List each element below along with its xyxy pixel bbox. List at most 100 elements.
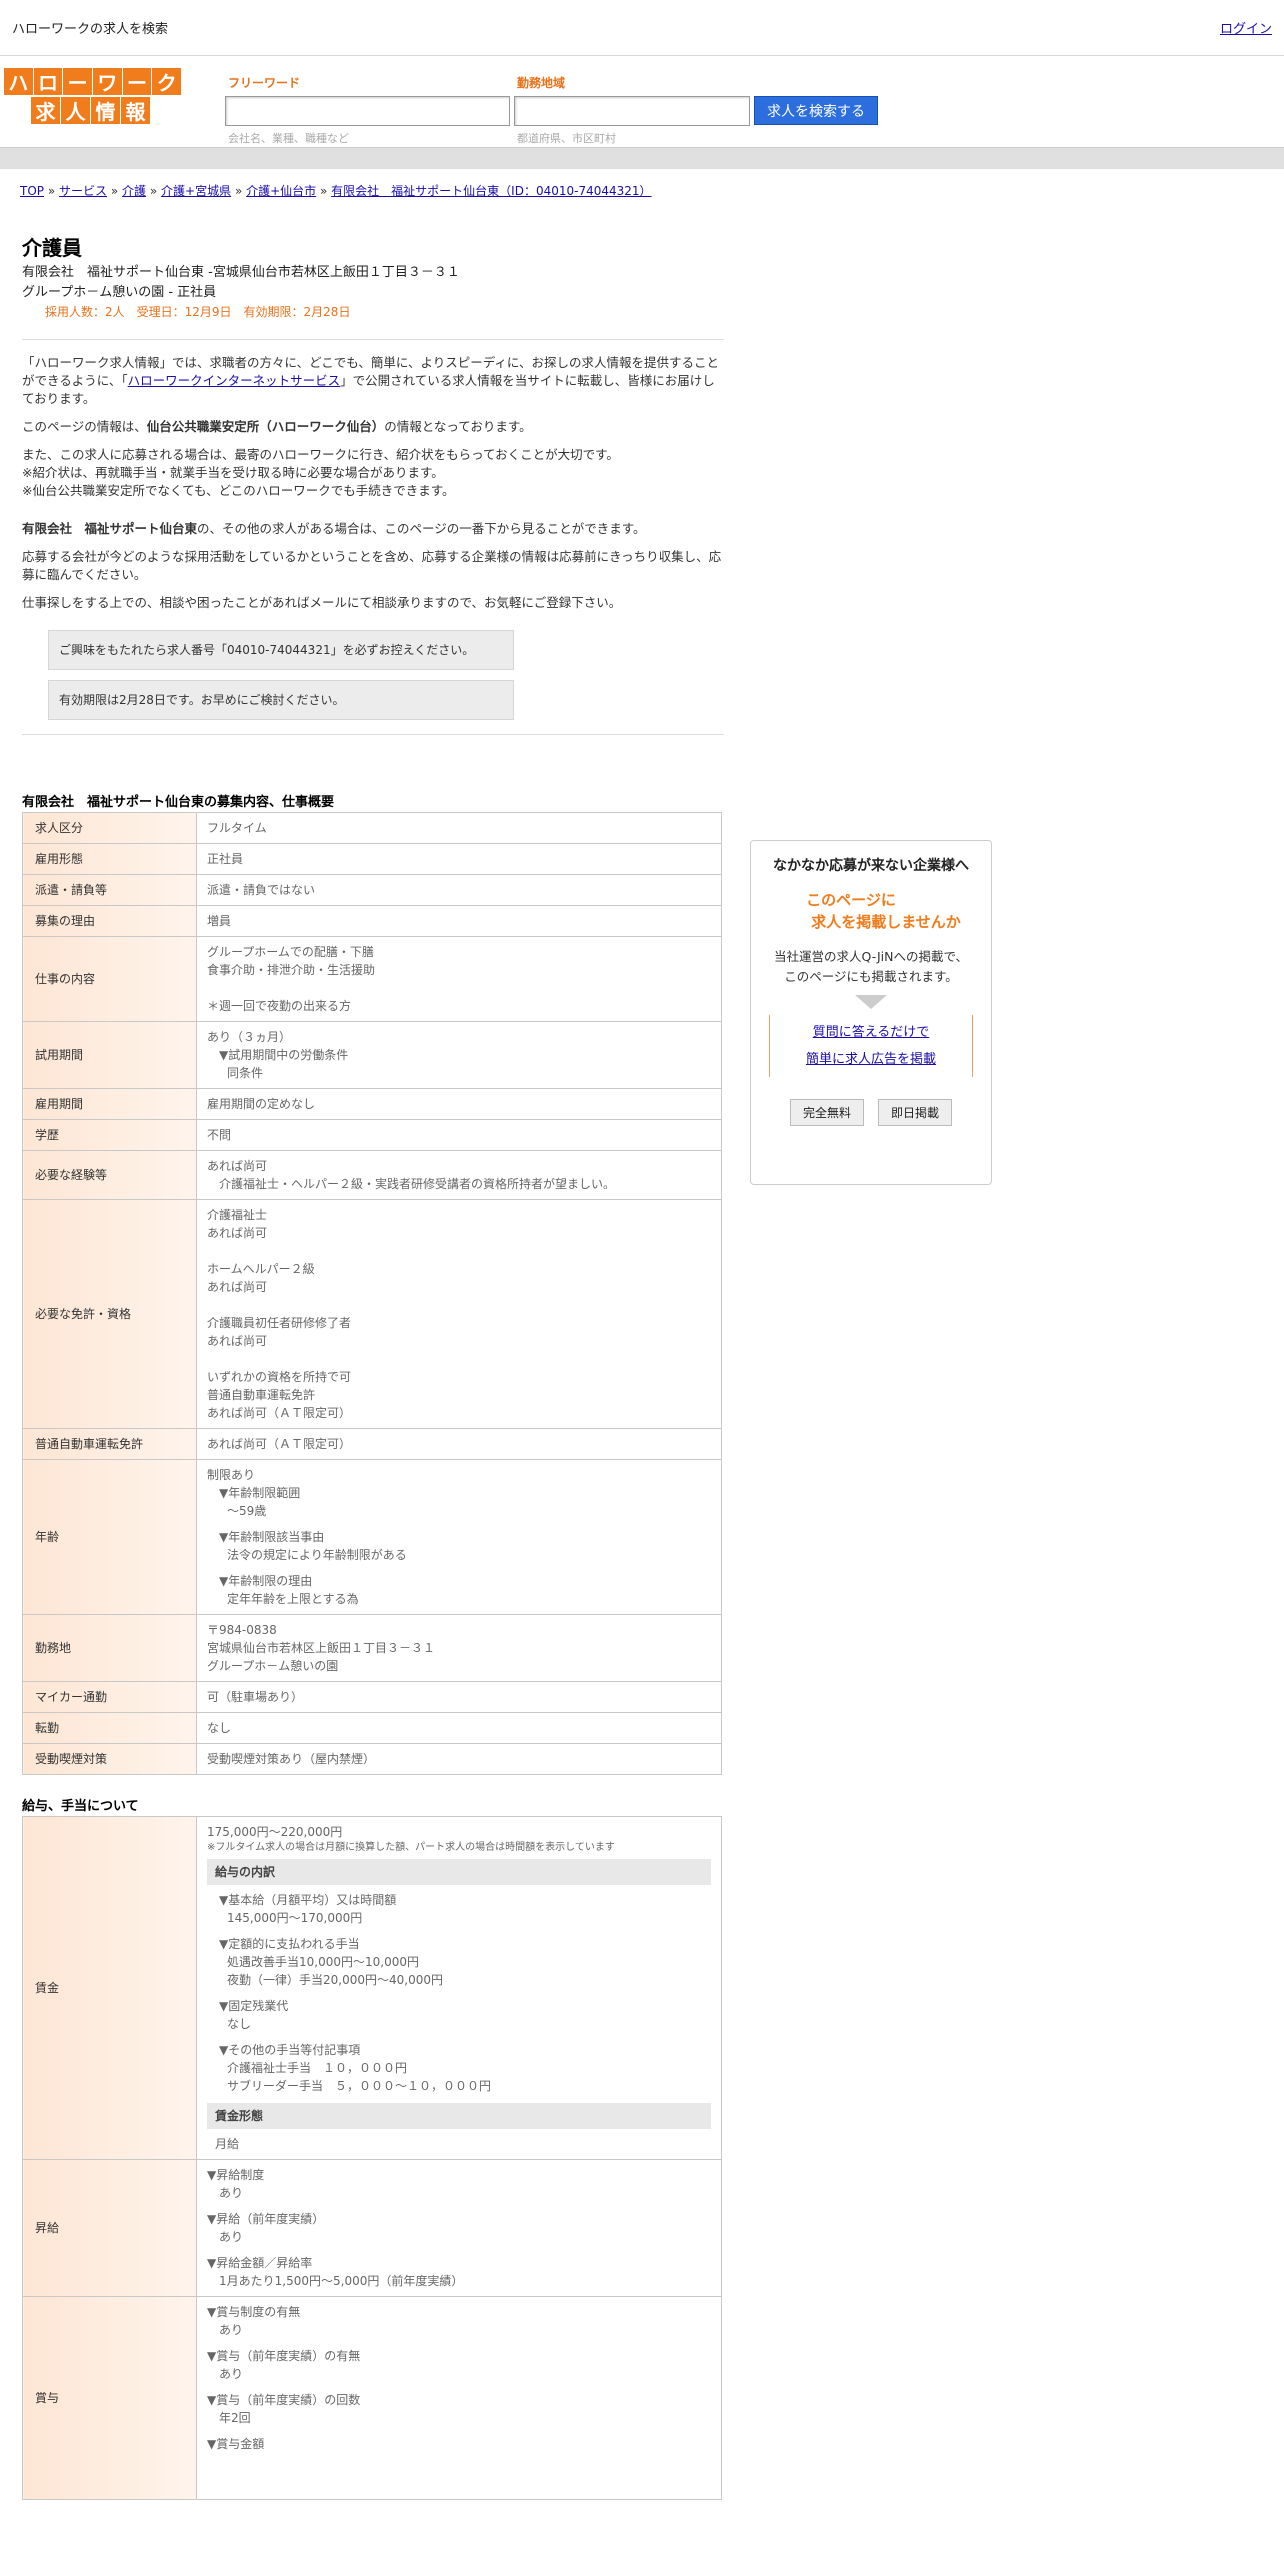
down-arrow-icon	[855, 995, 887, 1009]
main-content: 介護員 有限会社 福祉サポート仙台東 -宮城県仙台市若林区上飯田１丁目３－３１ …	[22, 232, 724, 2500]
section-pay-title: 給与、手当について	[22, 1799, 139, 1814]
intro-text-3b: ※紹介状は、再就職手当・就業手当を受け取る時に必要な場合があります。	[22, 465, 444, 480]
same-day-badge[interactable]: 即日掲載	[878, 1099, 953, 1126]
row-value: 可（駐車場あり）	[196, 1681, 722, 1713]
divider-band	[0, 147, 1284, 169]
logo-char: ワ	[93, 68, 122, 95]
job-company-line: 有限会社 福祉サポート仙台東 -宮城県仙台市若林区上飯田１丁目３－３１	[22, 265, 460, 280]
intro-text: 「ハローワーク求人情報」では、求職者の方々に、どこでも、簡単に、よりスピーディに…	[22, 354, 724, 612]
easy-post-link[interactable]: 質問に答えるだけで	[770, 1019, 972, 1046]
intro-text-4: の、その他の求人がある場合は、このページの一番下から見ることができます。	[197, 521, 646, 536]
logo-char: ク	[152, 68, 182, 95]
intro-text-6: 仕事探しをする上での、相談や困ったことがあればメールにて相談承りますので、お気軽…	[22, 595, 622, 610]
table-row: 年齢 制限あり ▼年齢制限範囲 〜59歳 ▼年齢制限該当事由 法令の規定により年齢制限があ…	[22, 1459, 722, 1615]
area-label: 勤務地域	[517, 76, 566, 90]
table-row: 仕事の内容 グループホームでの配膳・下膳 食事介助・排泄介助・生活援助 ＊週一回で夜勤…	[22, 936, 722, 1022]
keyword-placeholder: 会社名、業種、職種など	[228, 132, 349, 145]
hellowork-logo[interactable]: ハローワーク 求人情報	[4, 68, 182, 124]
table-row: 必要な免許・資格 介護福祉士 あれば尚可 ホームヘルパー２級 あれば尚可 介護職員初任者研…	[22, 1199, 722, 1429]
row-value: 受動喫煙対策あり（屋内禁煙）	[196, 1743, 722, 1775]
row-value: 制限あり ▼年齢制限範囲 〜59歳 ▼年齢制限該当事由 法令の規定により年齢制限がある ▼…	[196, 1459, 722, 1615]
breadcrumb-kaigo[interactable]: 介護	[122, 184, 146, 198]
sidebar-title: なかなか応募が来ない企業様へ	[773, 858, 969, 874]
table-row: 転勤 なし	[22, 1712, 722, 1744]
table-row: 勤務地 〒984-0838 宮城県仙台市若林区上飯田１丁目３－３１ グループホ－ム憩い…	[22, 1614, 722, 1682]
logo-char: ハ	[4, 68, 33, 95]
row-label: 雇用形態	[22, 843, 197, 875]
row-value: 〒984-0838 宮城県仙台市若林区上飯田１丁目３－３１ グループホ－ム憩いの園	[196, 1614, 722, 1682]
row-label: 受動喫煙対策	[22, 1743, 197, 1775]
breadcrumb-company[interactable]: 有限会社 福祉サポート仙台東（ID：04010-74044321）	[331, 184, 651, 198]
row-value: フルタイム	[196, 812, 722, 844]
sidebar-desc: 当社運営の求人Q-JiNへの掲載で、 このページにも掲載されます。	[774, 949, 968, 984]
logo-char: 求	[31, 97, 60, 124]
table-row: 雇用形態 正社員	[22, 843, 722, 875]
intro-text-2c: の情報となっております。	[384, 419, 532, 434]
table-row: 普通自動車運転免許 あれば尚可（ＡＴ限定可）	[22, 1428, 722, 1460]
table-row: 昇給 ▼昇給制度 あり ▼昇給（前年度実績） あり ▼昇給金額／昇給率 1月あたり1,…	[22, 2159, 722, 2297]
hellowork-internet-link[interactable]: ハローワークインターネットサービス	[128, 373, 341, 388]
job-location-line: グループホ－ム憩いの園 - 正社員	[22, 285, 217, 300]
logo-char: ー	[63, 68, 93, 95]
keyword-input[interactable]	[225, 96, 510, 126]
row-value: 増員	[196, 905, 722, 937]
row-label: 賞与	[22, 2296, 197, 2500]
table-row: 必要な経験等 あれば尚可 介護福祉士・ヘルパー２級・実践者研修受講者の資格所持者が望…	[22, 1150, 722, 1200]
row-value: あれば尚可 介護福祉士・ヘルパー２級・実践者研修受講者の資格所持者が望ましい。	[196, 1150, 722, 1200]
breadcrumb-top[interactable]: TOP	[20, 184, 44, 198]
row-label: 試用期間	[22, 1021, 197, 1089]
breadcrumb-service[interactable]: サービス	[59, 184, 107, 198]
notice-expiry: 有効期限は2月28日です。お早めにご検討ください。	[48, 680, 514, 720]
row-value: 175,000円〜220,000円 ※フルタイム求人の場合は月額に換算した額、パ…	[196, 1816, 722, 2160]
section-job-overview-title: 有限会社 福祉サポート仙台東の募集内容、仕事概要	[22, 795, 335, 810]
table-row: 求人区分 フルタイム	[22, 812, 722, 844]
row-value: あり（３ヵ月） ▼試用期間中の労働条件 同条件	[196, 1021, 722, 1089]
job-title: 介護員	[22, 236, 82, 260]
breadcrumb-sendai[interactable]: 介護+仙台市	[246, 184, 316, 198]
advertise-sidebar: なかなか応募が来ない企業様へ このページに 求人を掲載しませんか 当社運営の求人Q…	[750, 840, 992, 1185]
row-label: 賃金	[22, 1816, 197, 2160]
row-value: 派遣・請負ではない	[196, 874, 722, 906]
table-row: 試用期間 あり（３ヵ月） ▼試用期間中の労働条件 同条件	[22, 1021, 722, 1089]
row-value: グループホームでの配膳・下膳 食事介助・排泄介助・生活援助 ＊週一回で夜勤の出来る方	[196, 936, 722, 1022]
row-label: 仕事の内容	[22, 936, 197, 1022]
notice-job-number: ご興味をもたれたら求人番号「04010-74044321」を必ずお控えください。	[48, 630, 514, 670]
logo-char: 報	[121, 97, 150, 124]
row-label: 募集の理由	[22, 905, 197, 937]
row-value: 雇用期間の定めなし	[196, 1088, 722, 1120]
table-row: 受動喫煙対策 受動喫煙対策あり（屋内禁煙）	[22, 1743, 722, 1775]
intro-text-2a: このページの情報は、	[22, 419, 147, 434]
logo-char: ロ	[33, 68, 63, 95]
row-value: ▼賞与制度の有無 あり ▼賞与（前年度実績）の有無 あり ▼賞与（前年度実績）の回数…	[196, 2296, 722, 2500]
intro-text-3c: ※仙台公共職業安定所でなくても、どこのハローワークでも手続きできます。	[22, 483, 455, 498]
row-value: 不問	[196, 1119, 722, 1151]
login-link[interactable]: ログイン	[1220, 18, 1272, 37]
easy-ad-link[interactable]: 簡単に求人広告を掲載	[770, 1046, 972, 1073]
job-overview-table: 求人区分 フルタイム 雇用形態 正社員 派遣・請負等 派遣・請負ではない 募集の理由増…	[22, 812, 722, 1775]
keyword-label: フリーワード	[228, 76, 301, 90]
table-row: 賞与 ▼賞与制度の有無 あり ▼賞与（前年度実績）の有無 あり ▼賞与（前年度実績）…	[22, 2296, 722, 2500]
logo-char: 情	[91, 97, 120, 124]
area-input[interactable]	[514, 96, 750, 126]
table-row: 賃金 175,000円〜220,000円 ※フルタイム求人の場合は月額に換算した…	[22, 1816, 722, 2160]
row-value: なし	[196, 1712, 722, 1744]
row-value: ▼昇給制度 あり ▼昇給（前年度実績） あり ▼昇給金額／昇給率 1月あたり1,500…	[196, 2159, 722, 2297]
free-badge[interactable]: 完全無料	[789, 1099, 864, 1126]
sidebar-link-box: 質問に答えるだけで 簡単に求人広告を掲載	[769, 1015, 973, 1077]
row-label: 普通自動車運転免許	[22, 1428, 197, 1460]
row-label: 転勤	[22, 1712, 197, 1744]
site-title: ハローワークの求人を検索	[12, 22, 169, 37]
top-bar: ハローワークの求人を検索 ログイン	[0, 0, 1284, 56]
office-name: 仙台公共職業安定所（ハローワーク仙台）	[146, 419, 385, 434]
table-row: 募集の理由 増員	[22, 905, 722, 937]
table-row: 派遣・請負等 派遣・請負ではない	[22, 874, 722, 906]
row-label: 勤務地	[22, 1614, 197, 1682]
breadcrumb-miyagi[interactable]: 介護+宮城県	[161, 184, 231, 198]
row-label: 求人区分	[22, 812, 197, 844]
row-label: 昇給	[22, 2159, 197, 2297]
row-value: 正社員	[196, 843, 722, 875]
intro-text-3: また、この求人に応募される場合は、最寄のハローワークに行き、紹介状をもらっておく…	[22, 447, 619, 462]
search-button[interactable]: 求人を検索する	[754, 96, 878, 125]
sidebar-offer: このページに 求人を掲載しませんか	[806, 891, 961, 931]
row-label: 学歴	[22, 1119, 197, 1151]
